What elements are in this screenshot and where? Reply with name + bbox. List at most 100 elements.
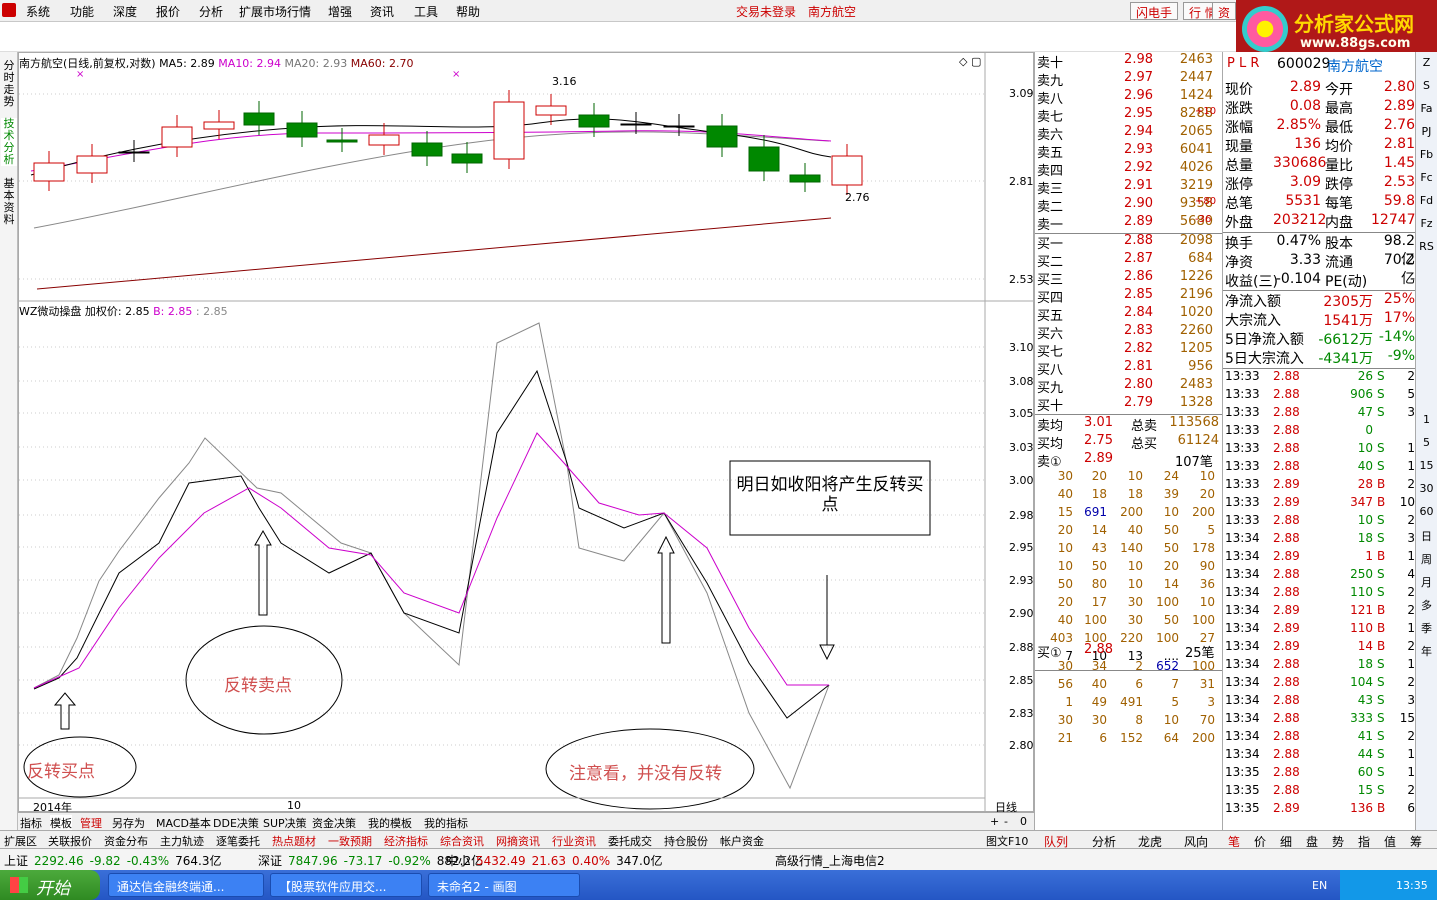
- tab-save-as[interactable]: 另存为: [112, 815, 145, 831]
- menu-help[interactable]: 帮助: [456, 3, 480, 20]
- menu-system[interactable]: 系统: [26, 3, 50, 20]
- menu-analysis[interactable]: 分析: [199, 3, 223, 20]
- tab-manage[interactable]: 管理: [80, 815, 102, 831]
- buy-level-row[interactable]: 买四 2.85 2196: [1035, 287, 1223, 306]
- side-tool-icon[interactable]: Fa: [1418, 102, 1435, 115]
- menu-function[interactable]: 功能: [70, 3, 94, 20]
- tab-fundamental[interactable]: 基本资料: [1, 178, 17, 226]
- buy-level-row[interactable]: 买六 2.83 2260: [1035, 323, 1223, 342]
- task-paint[interactable]: 未命名2 - 画图: [428, 873, 580, 897]
- side-tool-icon[interactable]: Fz: [1418, 217, 1435, 230]
- tab-macd[interactable]: MACD基本: [156, 815, 211, 831]
- index-quote-2[interactable]: 中小 5432.49 21.63 0.40% 347.0亿: [446, 852, 668, 869]
- side-tool-icon[interactable]: PJ: [1418, 125, 1435, 138]
- lightning-trade-button[interactable]: 闪电手: [1130, 2, 1179, 20]
- tab-holdings[interactable]: 持仓股份: [664, 833, 708, 849]
- buy-level-row[interactable]: 买五 2.84 1020: [1035, 305, 1223, 324]
- side-tool-icon[interactable]: 30: [1418, 482, 1435, 495]
- tab-my-template[interactable]: 我的模板: [368, 815, 412, 831]
- tab-intraday[interactable]: 分时走势: [1, 60, 17, 108]
- side-tool-icon[interactable]: RS: [1418, 240, 1435, 253]
- sell-level-row[interactable]: 卖九 2.97 2447: [1035, 70, 1223, 89]
- task-browser[interactable]: 【股票软件应用交...: [270, 873, 422, 897]
- tab-main-track[interactable]: 主力轨迹: [160, 833, 204, 849]
- side-tool-icon[interactable]: 60: [1418, 505, 1435, 518]
- tab-indicator[interactable]: 指标: [20, 815, 42, 831]
- side-tool-icon[interactable]: Z: [1418, 56, 1435, 69]
- tab-technical[interactable]: 技术分析: [1, 118, 17, 166]
- candle-body: [161, 126, 193, 148]
- queue-cell: 10: [1127, 469, 1143, 483]
- side-tool-icon[interactable]: 1: [1418, 413, 1435, 426]
- menu-ext-market[interactable]: 扩展市场行情: [239, 3, 311, 20]
- tab-related-quote[interactable]: 关联报价: [48, 833, 92, 849]
- start-button[interactable]: 开始: [0, 870, 100, 900]
- tab-web-news[interactable]: 网摘资讯: [496, 833, 540, 849]
- zoom-out-button[interactable]: -: [1004, 815, 1008, 828]
- task-tdx[interactable]: 通达信金融终端通...: [108, 873, 264, 897]
- side-tool-icon[interactable]: Fd: [1418, 194, 1435, 207]
- tab-econ-indicator[interactable]: 经济指标: [384, 833, 428, 849]
- sell-level-row[interactable]: 卖四 2.92 4026: [1035, 160, 1223, 179]
- index-quote-0[interactable]: 上证 2292.46 -9.82 -0.43% 764.3亿: [4, 852, 228, 869]
- zoom-reset-button[interactable]: 0: [1020, 815, 1027, 828]
- sell-level-row[interactable]: 卖七 2.95 8288 +10: [1035, 106, 1223, 125]
- tab-industry-news[interactable]: 行业资讯: [552, 833, 596, 849]
- buy-level-row[interactable]: 买十 2.79 1328: [1035, 395, 1223, 414]
- tab-order-detail[interactable]: 逐笔委托: [216, 833, 260, 849]
- side-tool-icon[interactable]: 5: [1418, 436, 1435, 449]
- sell-level-row[interactable]: 卖十 2.98 2463: [1035, 52, 1223, 71]
- buy-level-row[interactable]: 买八 2.81 956: [1035, 359, 1223, 378]
- side-tool-icon[interactable]: 月: [1418, 574, 1435, 590]
- language-indicator[interactable]: EN: [1312, 879, 1327, 892]
- buy-level-row[interactable]: 买二 2.87 684: [1035, 251, 1223, 270]
- side-tool-icon[interactable]: 日: [1418, 528, 1435, 544]
- side-tool-icon[interactable]: 季: [1418, 620, 1435, 636]
- buy-level-row[interactable]: 买一 2.88 2098: [1035, 233, 1223, 252]
- side-tool-icon[interactable]: 周: [1418, 551, 1435, 567]
- sell-level-row[interactable]: 卖六 2.94 2065: [1035, 124, 1223, 143]
- tab-account-fund[interactable]: 帐户资金: [720, 833, 764, 849]
- buy-level-row[interactable]: 买七 2.82 1205: [1035, 341, 1223, 360]
- menu-depth[interactable]: 深度: [113, 3, 137, 20]
- sell-level-row[interactable]: 卖八 2.96 1424: [1035, 88, 1223, 107]
- zoom-in-button[interactable]: +: [990, 815, 999, 828]
- side-tool-icon[interactable]: Fb: [1418, 148, 1435, 161]
- side-tool-icon[interactable]: S: [1418, 79, 1435, 92]
- tab-ext-area[interactable]: 扩展区: [4, 833, 37, 849]
- tab-template[interactable]: 模板: [50, 815, 72, 831]
- login-status[interactable]: 交易未登录: [736, 3, 796, 20]
- menu-info[interactable]: 资讯: [370, 3, 394, 20]
- sell-level-row[interactable]: 卖五 2.93 6041: [1035, 142, 1223, 161]
- buy-level-label: 买十: [1037, 399, 1064, 414]
- tab-fund-dist[interactable]: 资金分布: [104, 833, 148, 849]
- tab-fund-decision[interactable]: 资金决策: [312, 815, 356, 831]
- side-tool-icon[interactable]: Fc: [1418, 171, 1435, 184]
- menu-enhance[interactable]: 增强: [328, 3, 352, 20]
- tab-news[interactable]: 综合资讯: [440, 833, 484, 849]
- pl-icon: P L R: [1227, 56, 1260, 71]
- buy-level-row[interactable]: 买三 2.86 1226: [1035, 269, 1223, 288]
- sell-level-row[interactable]: 卖二 2.90 9358 +80: [1035, 196, 1223, 215]
- tab-hot-topic[interactable]: 热点题材: [272, 833, 316, 849]
- side-tool-icon[interactable]: 多: [1418, 597, 1435, 613]
- chart-window-controls[interactable]: ◇ ▢: [959, 55, 981, 68]
- tick-time: 13:34: [1225, 549, 1260, 563]
- side-tool-icon[interactable]: 年: [1418, 643, 1435, 659]
- info-button[interactable]: 资: [1212, 2, 1237, 20]
- menu-tools[interactable]: 工具: [414, 3, 438, 20]
- menu-quote[interactable]: 报价: [156, 3, 180, 20]
- tab-consensus[interactable]: 一致预期: [328, 833, 372, 849]
- buy-level-row[interactable]: 买九 2.80 2483: [1035, 377, 1223, 396]
- chart-panel[interactable]: 3.16 2.76 × × 南方航空(日线,前复权,对数) MA5: 2.89 …: [18, 52, 1035, 814]
- sell-level-row[interactable]: 卖一 2.89 5680 -36: [1035, 214, 1223, 233]
- tab-dde[interactable]: DDE决策: [213, 815, 259, 831]
- f10-button[interactable]: 图文F10: [986, 833, 1028, 849]
- tab-sup[interactable]: SUP决策: [263, 815, 307, 831]
- side-tool-icon[interactable]: 15: [1418, 459, 1435, 472]
- annotation-no-reverse: 注意看，并没有反转: [569, 764, 722, 784]
- tab-order-fill[interactable]: 委托成交: [608, 833, 652, 849]
- server-status[interactable]: 高级行情_上海电信2: [775, 852, 885, 869]
- tab-my-indicator[interactable]: 我的指标: [424, 815, 468, 831]
- sell-level-row[interactable]: 卖三 2.91 3219: [1035, 178, 1223, 197]
